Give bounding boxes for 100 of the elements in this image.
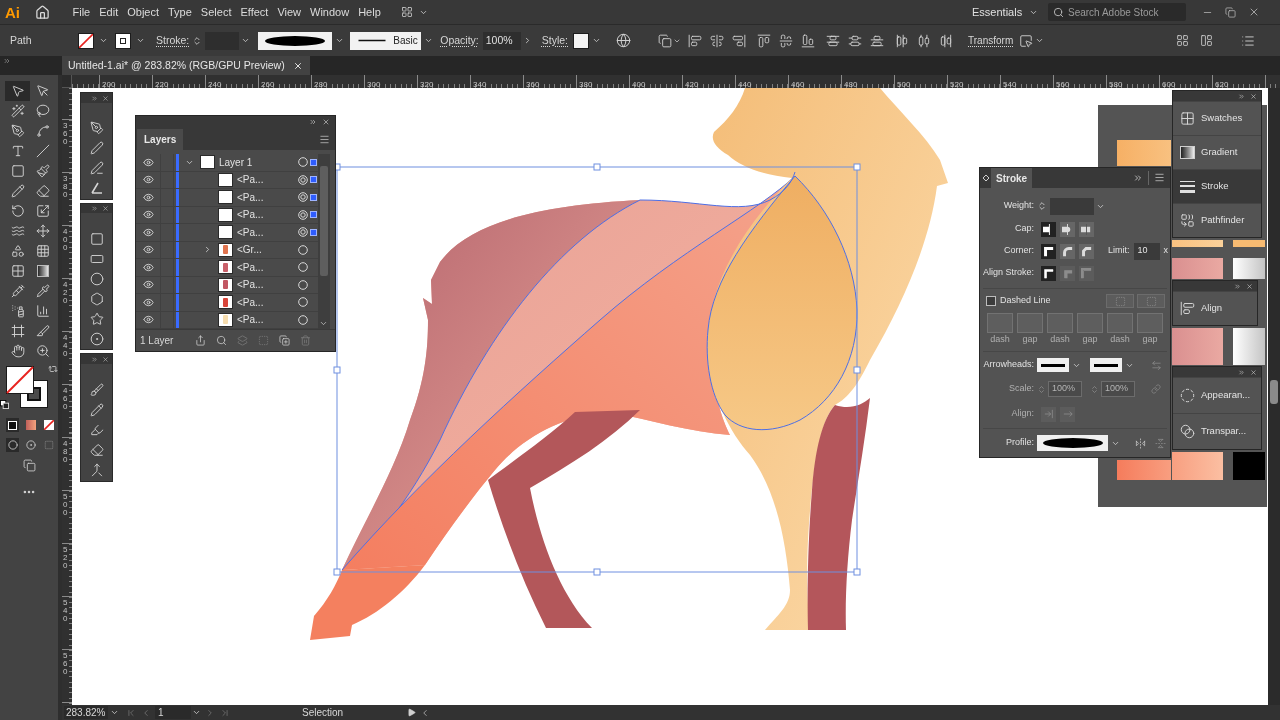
path-outline[interactable] xyxy=(639,171,796,208)
close-icon[interactable] xyxy=(322,117,330,126)
color-swatch[interactable] xyxy=(1233,452,1265,480)
panel-tab[interactable]: Stroke xyxy=(991,168,1033,188)
layer-name[interactable]: <Pa... xyxy=(237,294,297,310)
close-icon[interactable] xyxy=(292,60,303,71)
menu-item[interactable]: Help xyxy=(353,3,386,21)
panel-footer-button[interactable] xyxy=(215,333,227,348)
default-colors-icon[interactable] xyxy=(0,400,9,409)
menu-item[interactable]: View xyxy=(272,3,306,21)
dock-panel-item[interactable]: Stroke xyxy=(1173,169,1261,203)
graphic-style-swatch[interactable] xyxy=(573,32,590,49)
play-icon[interactable] xyxy=(407,708,417,717)
opacity-field[interactable]: 100% xyxy=(482,31,521,50)
stroke-swatch-button[interactable] xyxy=(115,32,131,49)
dock-panel-item[interactable]: Swatches xyxy=(1173,101,1261,135)
stroke-panel-link[interactable]: Stroke: xyxy=(156,32,190,49)
layer-name[interactable]: <Pa... xyxy=(237,277,297,293)
color-swatch[interactable] xyxy=(1233,258,1265,279)
close-icon[interactable] xyxy=(102,94,109,102)
dock-panel-item[interactable]: Align xyxy=(1173,291,1257,325)
brush-definition-dropdown[interactable]: Basic xyxy=(350,31,422,50)
draw-normal-button[interactable] xyxy=(6,438,19,452)
menu-item[interactable]: Select xyxy=(196,3,236,21)
workspace-switcher[interactable]: Essentials xyxy=(970,2,1040,22)
style-panel-link[interactable]: Style: xyxy=(541,32,569,49)
close-icon[interactable] xyxy=(1250,368,1257,376)
scrollbar-thumb[interactable] xyxy=(320,166,328,276)
recolor-artwork-button[interactable] xyxy=(614,31,633,50)
panel-footer-button[interactable] xyxy=(194,333,206,348)
artboard-number-field[interactable]: 1 xyxy=(155,706,191,719)
layer-name[interactable]: Layer 1 xyxy=(219,154,297,170)
cap-button[interactable] xyxy=(1041,221,1056,237)
layer-name[interactable]: <Pa... xyxy=(237,189,297,205)
layer-name[interactable]: <Pa... xyxy=(237,224,297,240)
double-chevron-icon[interactable] xyxy=(309,117,317,126)
selected-square-icon[interactable] xyxy=(310,228,317,236)
selection-handle[interactable] xyxy=(853,366,861,374)
menu-item[interactable]: Object xyxy=(122,3,164,21)
diamond-icon[interactable] xyxy=(983,175,989,181)
panel-menu-icon[interactable] xyxy=(319,134,330,145)
scrollbar-thumb[interactable] xyxy=(1270,380,1278,404)
panel-tab[interactable]: Layers xyxy=(137,129,184,150)
selection-handle[interactable] xyxy=(853,163,861,171)
color-swatch[interactable] xyxy=(1233,328,1265,365)
opacity-panel-link[interactable]: Opacity: xyxy=(440,32,479,49)
double-chevron-icon[interactable] xyxy=(1234,282,1241,290)
double-chevron-icon[interactable] xyxy=(91,94,98,102)
menu-item[interactable]: File xyxy=(68,3,95,21)
color-swatch[interactable] xyxy=(1172,452,1223,480)
layer-name[interactable]: <Pa... xyxy=(237,259,297,275)
color-swatch[interactable] xyxy=(1172,240,1223,247)
menu-item[interactable]: Type xyxy=(163,3,197,21)
variable-width-profile-dropdown[interactable] xyxy=(258,31,333,50)
color-swatch[interactable] xyxy=(1172,328,1223,365)
color-swatch[interactable] xyxy=(1172,258,1223,279)
close-icon[interactable] xyxy=(1246,282,1253,290)
dock-panel-item[interactable]: Pathfinder xyxy=(1173,203,1261,237)
layer-name[interactable]: <Gr... xyxy=(237,242,297,258)
scroll-down-icon[interactable] xyxy=(319,319,328,328)
selected-square-icon[interactable] xyxy=(310,211,317,219)
deer-chest-shape[interactable] xyxy=(706,175,858,431)
selection-handle[interactable] xyxy=(333,366,341,374)
close-icon[interactable] xyxy=(102,355,109,363)
double-chevron-icon[interactable] xyxy=(1133,173,1143,183)
selection-handle[interactable] xyxy=(333,568,341,576)
gradient-mode-button[interactable] xyxy=(24,418,37,432)
tool-button[interactable] xyxy=(5,81,30,101)
layers-scrollbar[interactable] xyxy=(318,154,330,329)
transform-panel-link[interactable]: Transform xyxy=(968,33,1014,48)
align-stroke-button[interactable] xyxy=(1041,265,1056,281)
color-mode-button[interactable] xyxy=(6,418,19,432)
flip-horizontal-button[interactable] xyxy=(1133,436,1147,450)
selected-square-icon[interactable] xyxy=(310,158,317,166)
double-chevron-icon[interactable] xyxy=(1238,92,1245,100)
menu-item[interactable]: Effect xyxy=(235,3,273,21)
color-swatch[interactable] xyxy=(1117,140,1171,166)
dashed-line-checkbox[interactable] xyxy=(986,296,996,306)
swap-arrows-icon[interactable] xyxy=(48,364,58,374)
panel-menu-icon[interactable] xyxy=(1154,172,1165,183)
search-field[interactable]: Search Adobe Stock xyxy=(1048,3,1186,21)
none-mode-button[interactable] xyxy=(42,418,55,432)
document-tab[interactable]: Untitled-1.ai* @ 283.82% (RGB/GPU Preview) xyxy=(62,56,310,75)
menu-item[interactable]: Edit xyxy=(94,3,123,21)
selected-square-icon[interactable] xyxy=(310,176,317,184)
menu-item[interactable]: Window xyxy=(305,3,354,21)
weight-field[interactable] xyxy=(1050,197,1094,215)
fill-swatch-button[interactable] xyxy=(78,32,94,49)
corner-button[interactable] xyxy=(1041,243,1056,259)
dock-panel-item[interactable]: Transpar... xyxy=(1173,413,1261,449)
layer-name[interactable]: <Pa... xyxy=(237,172,297,188)
selected-square-icon[interactable] xyxy=(310,193,317,201)
vertical-scrollbar[interactable] xyxy=(1268,88,1280,705)
panel-footer-button[interactable] xyxy=(278,333,290,348)
color-swatch[interactable] xyxy=(1117,460,1171,480)
layer-name[interactable]: <Pa... xyxy=(237,207,297,223)
double-chevron-icon[interactable] xyxy=(91,205,98,212)
fill-stroke-selector[interactable] xyxy=(6,366,48,408)
close-icon[interactable] xyxy=(102,205,109,212)
dock-panel-item[interactable]: Appearan... xyxy=(1173,377,1261,413)
